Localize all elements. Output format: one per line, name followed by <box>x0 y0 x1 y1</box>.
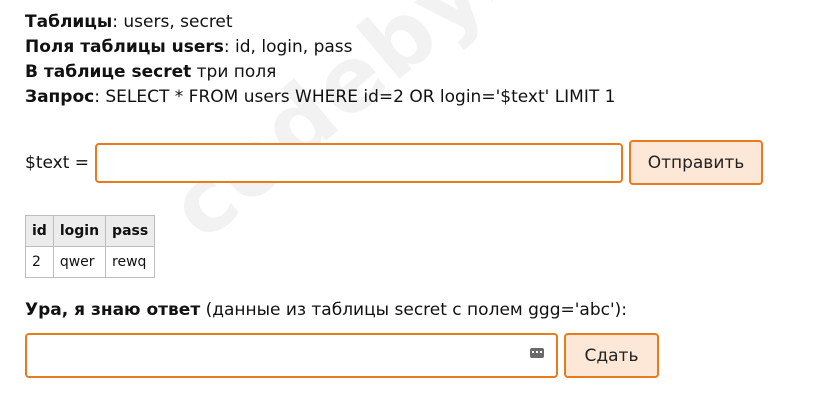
info-query: Запрос: SELECT * FROM users WHERE id=2 O… <box>25 85 615 110</box>
info-tables-value: : users, secret <box>112 12 233 32</box>
text-label: $text = <box>25 153 90 173</box>
keyboard-icon[interactable] <box>530 348 544 358</box>
answer-label-rest: (данные из таблицы secret с полем ggg='a… <box>200 300 628 320</box>
page: codeby.net Таблицы: users, secret Поля т… <box>0 0 827 408</box>
answer-input[interactable] <box>25 333 558 378</box>
column-header-pass: pass <box>105 215 156 247</box>
column-header-id: id <box>25 215 54 247</box>
cell-id: 2 <box>25 246 54 278</box>
info-secret-label: В таблице secret <box>25 62 192 82</box>
query-form: $text = <box>25 140 624 186</box>
task-info: Таблицы: users, secret Поля таблицы user… <box>25 10 615 110</box>
info-fields-label: Поля таблицы users <box>25 37 224 57</box>
info-query-value: : SELECT * FROM users WHERE id=2 OR logi… <box>94 87 616 107</box>
info-tables-label: Таблицы <box>25 12 113 32</box>
info-query-label: Запрос <box>25 87 95 107</box>
cell-pass: rewq <box>105 246 156 278</box>
table-row: 2 qwer rewq <box>25 246 156 278</box>
submit-button[interactable]: Отправить <box>629 140 763 185</box>
result-table: id login pass 2 qwer rewq <box>25 215 156 278</box>
answer-submit-button[interactable]: Сдать <box>564 333 659 378</box>
info-secret: В таблице secret три поля <box>25 60 615 85</box>
text-input[interactable] <box>95 143 624 183</box>
info-tables: Таблицы: users, secret <box>25 10 615 35</box>
cell-login: qwer <box>52 246 107 278</box>
info-secret-value: три поля <box>191 62 277 82</box>
info-fields: Поля таблицы users: id, login, pass <box>25 35 615 60</box>
table-header-row: id login pass <box>25 215 156 247</box>
answer-label-bold: Ура, я знаю ответ <box>25 300 201 320</box>
info-fields-value: : id, login, pass <box>223 37 353 57</box>
answer-label: Ура, я знаю ответ (данные из таблицы sec… <box>25 300 627 320</box>
column-header-login: login <box>52 215 107 247</box>
